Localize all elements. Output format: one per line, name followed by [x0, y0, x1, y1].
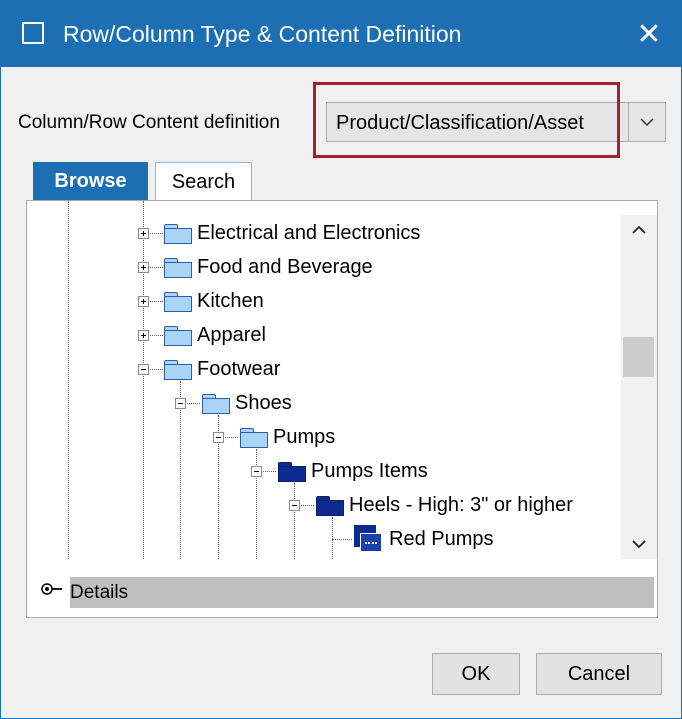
tree-node-label: Kitchen: [197, 290, 264, 312]
content-definition-value: Product/Classification/Asset: [336, 112, 584, 134]
tree-node-label: Apparel: [197, 324, 266, 346]
scrollbar-thumb[interactable]: [623, 337, 654, 377]
folder-icon: [316, 494, 344, 516]
tree-node-heels-high[interactable]: Heels - High: 3" or higher: [316, 492, 573, 518]
tab-browse[interactable]: Browse: [33, 162, 148, 200]
collapse-icon[interactable]: [289, 500, 300, 511]
tree-view: Electrical and Electronics Food and Beve…: [27, 201, 621, 559]
folder-icon: [240, 426, 268, 448]
tree-node-footwear[interactable]: Footwear: [164, 356, 280, 382]
tree-node-red-pumps[interactable]: Red Pumps: [352, 525, 494, 553]
tree-node-label: Pumps: [273, 426, 336, 448]
tree-node-pumps-items[interactable]: Pumps Items: [278, 458, 428, 484]
folder-icon: [164, 290, 192, 312]
tree-node-electrical[interactable]: Electrical and Electronics: [164, 220, 420, 246]
folder-icon: [164, 358, 192, 380]
tree-node-apparel[interactable]: Apparel: [164, 322, 266, 348]
expand-icon[interactable]: [138, 228, 149, 239]
collapse-icon[interactable]: [175, 398, 186, 409]
folder-icon: [202, 392, 230, 414]
tree-node-kitchen[interactable]: Kitchen: [164, 288, 264, 314]
details-label: Details: [70, 582, 129, 603]
browse-tree-panel: Electrical and Electronics Food and Beve…: [26, 200, 658, 618]
collapse-icon[interactable]: [213, 432, 224, 443]
chevron-down-icon[interactable]: [628, 103, 665, 141]
tree-node-shoes[interactable]: Shoes: [202, 390, 292, 416]
close-button[interactable]: ✕: [627, 15, 671, 55]
scroll-down-icon[interactable]: [621, 529, 657, 559]
expand-icon[interactable]: [138, 296, 149, 307]
tree-node-label: Food and Beverage: [197, 256, 373, 278]
tree-node-label: Red Pumps: [389, 528, 494, 550]
window-title: Row/Column Type & Content Definition: [63, 21, 462, 47]
tab-search[interactable]: Search: [155, 162, 252, 201]
folder-icon: [164, 324, 192, 346]
tree-node-food[interactable]: Food and Beverage: [164, 254, 373, 280]
expand-icon[interactable]: [138, 262, 149, 273]
tree-node-label: Shoes: [235, 392, 292, 414]
tree-node-label: Pumps Items: [311, 460, 428, 482]
collapse-icon[interactable]: [138, 364, 149, 375]
window-icon: [22, 22, 44, 44]
asset-icon: [352, 525, 384, 553]
content-definition-dropdown[interactable]: Product/Classification/Asset: [326, 102, 666, 142]
tree-node-label: Electrical and Electronics: [197, 222, 421, 244]
dialog-window: Row/Column Type & Content Definition ✕ C…: [0, 0, 682, 719]
tree-node-label: Heels - High: 3" or higher: [349, 494, 573, 516]
scroll-up-icon[interactable]: [621, 215, 657, 245]
content-definition-label: Column/Row Content definition: [18, 112, 280, 133]
expand-icon[interactable]: [138, 330, 149, 341]
folder-icon: [278, 460, 306, 482]
tree-node-label: Footwear: [197, 358, 281, 380]
title-bar[interactable]: Row/Column Type & Content Definition ✕: [1, 1, 681, 67]
details-bar[interactable]: Details: [70, 577, 654, 608]
ok-button[interactable]: OK: [432, 653, 520, 695]
details-toggle-icon[interactable]: [41, 582, 63, 596]
collapse-icon[interactable]: [251, 466, 262, 477]
cancel-button[interactable]: Cancel: [536, 653, 662, 695]
tree-scrollbar[interactable]: [621, 215, 657, 559]
folder-icon: [164, 222, 192, 244]
folder-icon: [164, 256, 192, 278]
tree-node-pumps[interactable]: Pumps: [240, 424, 335, 450]
